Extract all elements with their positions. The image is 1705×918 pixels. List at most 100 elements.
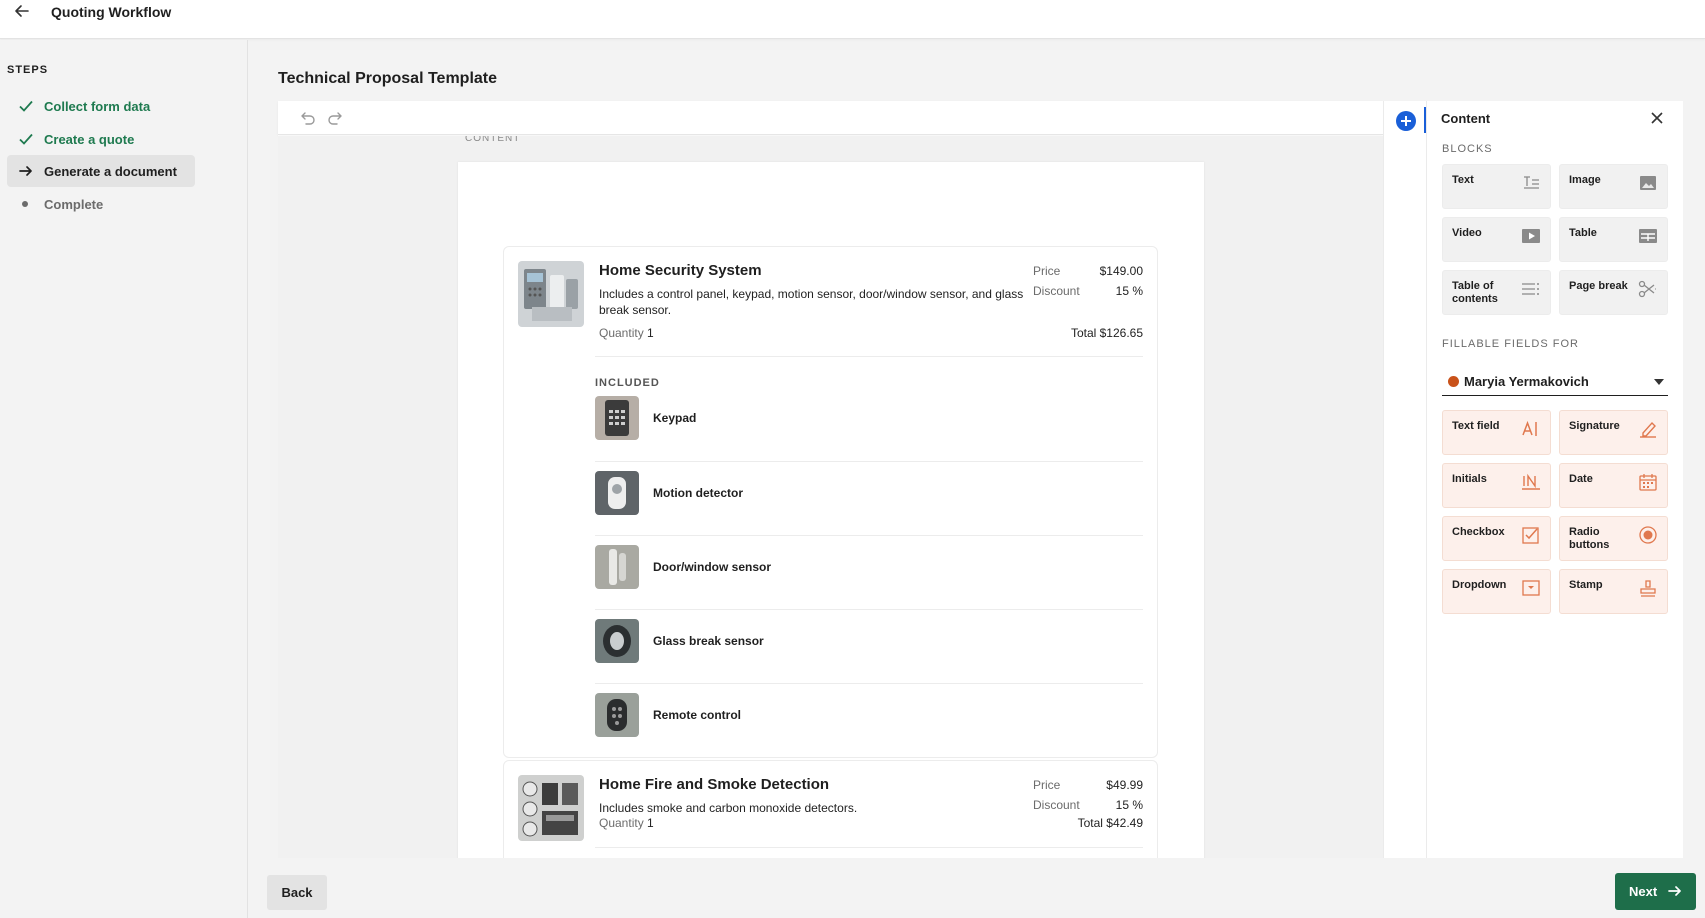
steps-sidebar: STEPS Collect form data Create a quote G…: [0, 40, 248, 918]
signer-name: Maryia Yermakovich: [1464, 374, 1589, 389]
security-system-image: [518, 261, 584, 327]
signer-dropdown[interactable]: Maryia Yermakovich: [1442, 366, 1668, 396]
discount-label: Discount: [1033, 284, 1080, 298]
price-value: $149.00: [1099, 264, 1143, 278]
tile-label: Table: [1569, 227, 1597, 239]
document-page: Home Security System Includes a control …: [458, 162, 1204, 858]
tile-label: Text: [1452, 174, 1474, 186]
divider: [595, 847, 1143, 848]
included-item-name: Motion detector: [653, 486, 743, 500]
page-title: Technical Proposal Template: [278, 70, 498, 87]
product-total: Total $126.65: [1070, 326, 1143, 340]
fillable-fields-heading: FILLABLE FIELDS FOR: [1442, 338, 1579, 350]
content-section-label: CONTENT: [465, 136, 521, 144]
next-button-label: Next: [1629, 884, 1658, 899]
block-video[interactable]: Video: [1442, 217, 1551, 262]
text-block-icon: [1524, 176, 1539, 189]
active-indicator: [1424, 107, 1426, 133]
document-editor: CONTENT Home Security System Includes a …: [278, 101, 1683, 858]
step-collect-form-data[interactable]: Collect form data: [7, 90, 195, 122]
undo-icon[interactable]: [298, 109, 316, 127]
field-text-field[interactable]: Text field: [1442, 410, 1551, 455]
editor-toolbar: [278, 101, 1383, 135]
included-item-name: Door/window sensor: [653, 560, 772, 574]
bullet-icon: [22, 201, 28, 207]
field-stamp[interactable]: Stamp: [1559, 569, 1668, 614]
product-card[interactable]: Home Fire and Smoke Detection Includes s…: [503, 760, 1158, 858]
step-create-quote[interactable]: Create a quote: [7, 123, 195, 155]
tile-label: Image: [1569, 174, 1601, 186]
block-table[interactable]: Table: [1559, 217, 1668, 262]
quantity-label: Quantity: [599, 326, 644, 340]
block-text[interactable]: Text: [1442, 164, 1551, 209]
step-label: Complete: [44, 197, 104, 212]
arrow-right-icon: [1668, 886, 1681, 896]
price-block: Price $149.00 Discount 15 %: [1033, 261, 1143, 301]
remote-control-image: [595, 693, 639, 737]
block-page-break[interactable]: Page break: [1559, 270, 1668, 315]
field-date[interactable]: Date: [1559, 463, 1668, 508]
product-name: Home Security System: [599, 262, 762, 279]
back-button[interactable]: Back: [267, 875, 327, 910]
price-label: Price: [1033, 778, 1061, 792]
signer-color-dot: [1448, 376, 1459, 387]
product-quantity: Quantity 1: [599, 326, 654, 340]
field-initials[interactable]: Initials: [1442, 463, 1551, 508]
block-image[interactable]: Image: [1559, 164, 1668, 209]
back-arrow-icon[interactable]: [13, 2, 31, 20]
field-checkbox[interactable]: Checkbox: [1442, 516, 1551, 561]
next-button[interactable]: Next: [1615, 873, 1696, 910]
plus-icon: [1401, 116, 1411, 126]
step-generate-document[interactable]: Generate a document: [7, 155, 195, 187]
discount-value: 15 %: [1115, 284, 1143, 298]
footer-bar: Back Next: [248, 858, 1705, 918]
image-icon: [1640, 176, 1656, 190]
scissors-icon: [1638, 280, 1657, 298]
top-bar: Quoting Workflow: [0, 0, 1705, 39]
toc-icon: [1522, 283, 1539, 295]
motion-detector-image: [595, 471, 639, 515]
tile-label: Checkbox: [1452, 526, 1505, 538]
step-label: Create a quote: [44, 132, 135, 147]
fire-smoke-detection-image: [518, 775, 584, 841]
included-item-name: Keypad: [653, 411, 697, 425]
keypad-image: [595, 396, 639, 440]
app-title: Quoting Workflow: [51, 4, 172, 20]
tile-label: Initials: [1452, 473, 1487, 485]
included-item[interactable]: Motion detector: [595, 461, 1143, 535]
video-icon: [1522, 229, 1540, 243]
product-total: Total $42.49: [1077, 816, 1143, 830]
price-value: $49.99: [1106, 778, 1143, 792]
tile-label: Table of contents: [1452, 280, 1498, 305]
table-icon: [1639, 229, 1657, 243]
included-item[interactable]: Remote control: [595, 683, 1143, 757]
panel-title: Content: [1441, 111, 1491, 126]
field-dropdown[interactable]: Dropdown: [1442, 569, 1551, 614]
price-block: Price $49.99 Discount 15 %: [1033, 775, 1143, 815]
field-radio-buttons[interactable]: Radio buttons: [1559, 516, 1668, 561]
product-card[interactable]: Home Security System Includes a control …: [503, 246, 1158, 758]
divider: [595, 356, 1143, 357]
included-item[interactable]: Door/window sensor: [595, 535, 1143, 609]
tile-label: Date: [1569, 473, 1593, 485]
tile-label: Text field: [1452, 420, 1500, 432]
tile-label: Dropdown: [1452, 579, 1507, 591]
radio-icon: [1639, 526, 1657, 544]
product-quantity: Quantity 1: [599, 816, 654, 830]
stamp-icon: [1640, 580, 1656, 597]
included-item[interactable]: Keypad: [595, 387, 1143, 461]
block-table-of-contents[interactable]: Table of contents: [1442, 270, 1551, 315]
included-item[interactable]: Glass break sensor: [595, 609, 1143, 683]
close-icon[interactable]: [1649, 110, 1665, 126]
text-field-icon: [1522, 420, 1537, 436]
product-name: Home Fire and Smoke Detection: [599, 776, 830, 793]
redo-icon[interactable]: [327, 109, 345, 127]
field-signature[interactable]: Signature: [1559, 410, 1668, 455]
step-complete[interactable]: Complete: [7, 188, 195, 220]
check-icon: [19, 133, 33, 145]
product-description: Includes smoke and carbon monoxide detec…: [599, 801, 858, 815]
discount-label: Discount: [1033, 798, 1080, 812]
initials-icon: [1522, 473, 1540, 490]
tile-label: Stamp: [1569, 579, 1603, 591]
add-content-button[interactable]: [1396, 111, 1416, 131]
